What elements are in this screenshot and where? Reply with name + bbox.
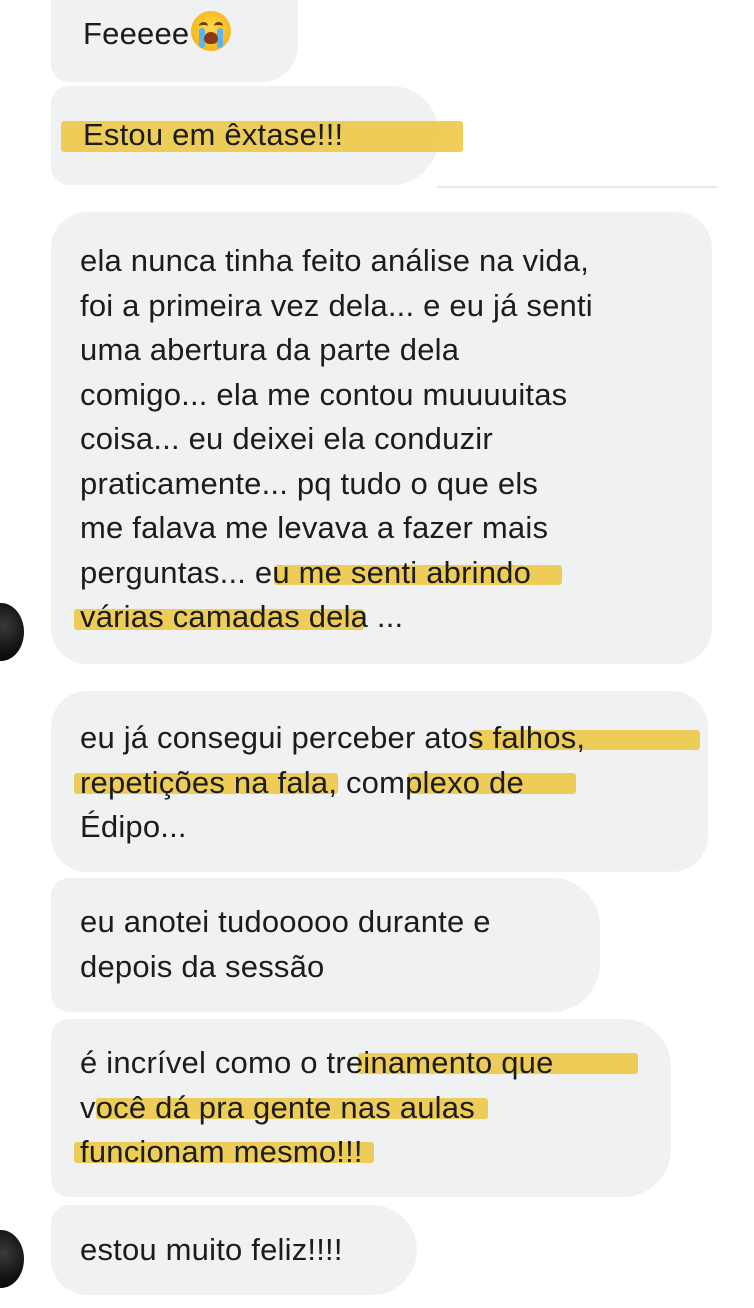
message-bubble[interactable]: é incrível como o treinamento que você d… bbox=[51, 1019, 671, 1197]
message-line: perguntas... eu me senti abrindo bbox=[80, 551, 712, 596]
message-line: funcionam mesmo!!! bbox=[74, 1130, 671, 1175]
message-line: uma abertura da parte dela bbox=[80, 332, 460, 367]
message-line: eu já consegui perceber atos falhos, bbox=[80, 716, 708, 761]
message-bubble[interactable]: estou muito feliz!!!! bbox=[51, 1205, 417, 1295]
message-line: eu anotei tudooooo durante e bbox=[80, 904, 491, 939]
message-line: depois da sessão bbox=[80, 948, 325, 984]
message-line: praticamente... pq tudo o que els bbox=[80, 465, 539, 501]
message-line: coisa... eu deixei ela conduzir bbox=[80, 421, 493, 456]
message-line: várias camadas dela ... bbox=[74, 595, 712, 640]
message-line: ela nunca tinha feito análise na vida, bbox=[80, 243, 590, 278]
message-line: me falava me levava a fazer mais bbox=[80, 510, 549, 545]
message-line: você dá pra gente nas aulas bbox=[80, 1086, 671, 1131]
divider-line bbox=[437, 186, 717, 188]
message-bubble[interactable]: eu anotei tudooooo durante e depois da s… bbox=[51, 878, 600, 1012]
message-line: estou muito feliz!!!! bbox=[80, 1232, 343, 1267]
message-bubble[interactable]: Feeeee bbox=[51, 0, 298, 82]
message-bubble[interactable]: Estou em êxtase!!! bbox=[51, 86, 463, 185]
message-line: repetições na fala, complexo de bbox=[74, 761, 708, 806]
avatar[interactable] bbox=[0, 1230, 24, 1288]
loudly-crying-face-emoji-icon bbox=[191, 11, 232, 51]
avatar[interactable] bbox=[0, 603, 24, 661]
message-line: comigo... ela me contou muuuuitas bbox=[80, 376, 568, 412]
message-line: é incrível como o treinamento que bbox=[80, 1041, 671, 1086]
message-line: Feeeee bbox=[83, 11, 298, 57]
message-bubble[interactable]: ela nunca tinha feito análise na vida, f… bbox=[51, 212, 712, 664]
message-bubble[interactable]: eu já consegui perceber atos falhos, rep… bbox=[51, 691, 708, 872]
message-line: foi a primeira vez dela... e eu já senti bbox=[80, 287, 593, 323]
message-line: Édipo... bbox=[80, 809, 187, 844]
message-line: Estou em êxtase!!! bbox=[61, 113, 463, 158]
